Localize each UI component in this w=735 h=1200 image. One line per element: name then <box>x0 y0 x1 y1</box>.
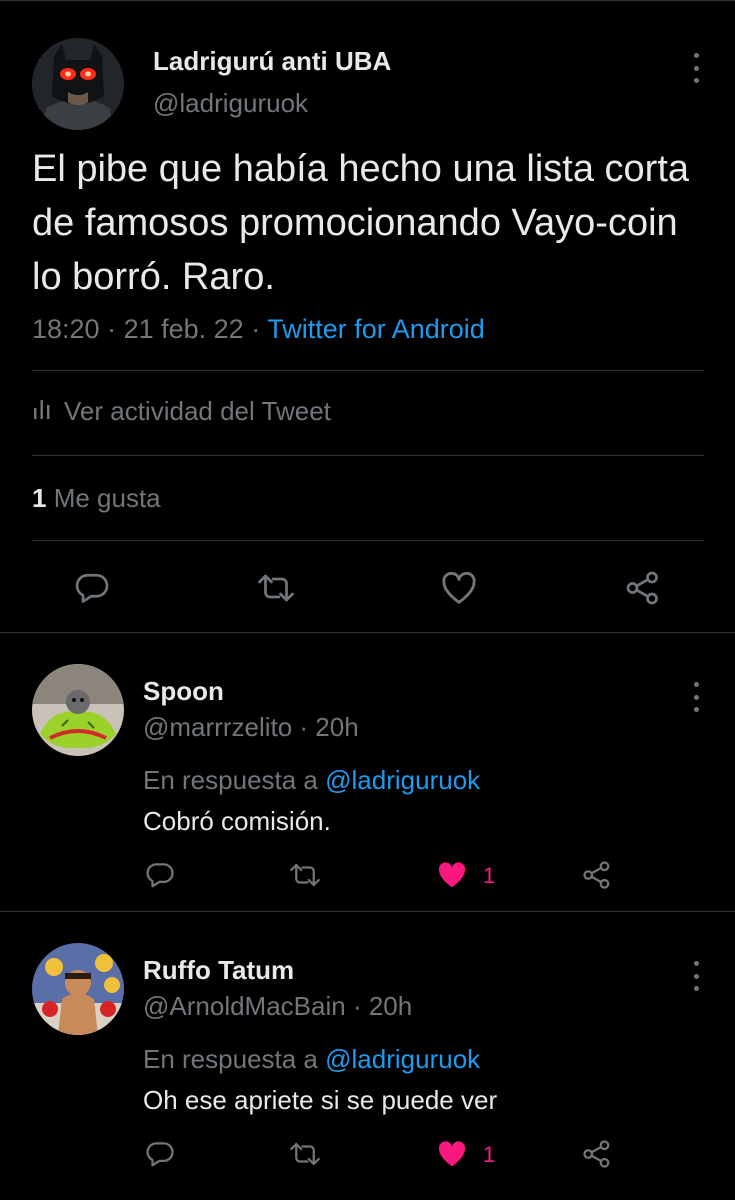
more-icon[interactable] <box>689 682 703 712</box>
tweet-activity-link[interactable]: Ver actividad del Tweet <box>32 396 331 427</box>
reply-author-avatar[interactable] <box>32 943 124 1035</box>
likes-summary[interactable]: 1 Me gusta <box>32 483 161 514</box>
reply-mention-link[interactable]: @ladriguruok <box>325 1044 480 1074</box>
reply-context: En respuesta a @ladriguruok <box>143 1044 480 1075</box>
reply-author-handle[interactable]: @marrrzelito · 20h <box>143 712 359 743</box>
divider <box>32 455 704 456</box>
top-border <box>0 0 735 4</box>
handle-text: @marrrzelito <box>143 712 293 742</box>
more-icon[interactable] <box>689 961 703 991</box>
reply-time: 20h <box>315 712 359 742</box>
reply-prefix: En respuesta a <box>143 1044 326 1074</box>
share-icon[interactable] <box>579 1137 615 1171</box>
more-icon[interactable] <box>689 53 703 83</box>
like-count: 1 <box>483 863 496 888</box>
main-author-handle[interactable]: @ladriguruok <box>153 88 308 119</box>
tweet-date: 21 feb. 22 <box>123 314 244 344</box>
reply-mention-link[interactable]: @ladriguruok <box>325 765 480 795</box>
reply-context: En respuesta a @ladriguruok <box>143 765 480 796</box>
likes-count: 1 <box>32 483 47 513</box>
activity-label: Ver actividad del Tweet <box>64 396 331 426</box>
reply-icon[interactable] <box>143 858 177 892</box>
like-count: 1 <box>483 1142 496 1167</box>
meta-separator: · <box>99 314 124 344</box>
reply-author-name[interactable]: Ruffo Tatum <box>143 955 294 986</box>
retweet-icon[interactable] <box>287 1137 323 1171</box>
tweet-time: 18:20 <box>32 314 100 344</box>
divider <box>32 370 704 371</box>
reply-author-handle[interactable]: @ArnoldMacBain · 20h <box>143 991 412 1022</box>
retweet-icon[interactable] <box>287 858 323 892</box>
main-author-avatar[interactable] <box>32 38 124 130</box>
reply-author-avatar[interactable] <box>32 664 124 756</box>
main-author-name[interactable]: Ladrigurú anti UBA <box>153 46 391 77</box>
reply-icon[interactable] <box>72 568 112 608</box>
heart-icon[interactable] <box>434 858 470 892</box>
reply-icon[interactable] <box>143 1137 177 1171</box>
share-icon[interactable] <box>579 858 615 892</box>
reply-prefix: En respuesta a <box>143 765 326 795</box>
divider <box>0 632 735 633</box>
reply-author-name[interactable]: Spoon <box>143 676 224 707</box>
likes-label: Me gusta <box>46 483 161 513</box>
handle-text: @ArnoldMacBain <box>143 991 346 1021</box>
divider <box>0 911 735 912</box>
reply-text: Oh ese apriete si se puede ver <box>143 1085 498 1115</box>
tweet-text: El pibe que había hecho una lista corta … <box>32 148 690 298</box>
meta-separator: · <box>243 314 268 344</box>
heart-icon[interactable] <box>434 1137 470 1171</box>
tweet-source-link[interactable]: Twitter for Android <box>267 314 485 344</box>
reply-time: 20h <box>368 991 413 1021</box>
heart-icon[interactable] <box>438 568 480 608</box>
bar-chart-icon <box>32 396 52 427</box>
share-icon[interactable] <box>622 568 664 608</box>
tweet-meta: 18:20 · 21 feb. 22 · Twitter for Android <box>32 314 485 345</box>
retweet-icon[interactable] <box>255 568 297 608</box>
reply-text: Cobró comisión. <box>143 806 331 836</box>
divider <box>32 540 704 541</box>
